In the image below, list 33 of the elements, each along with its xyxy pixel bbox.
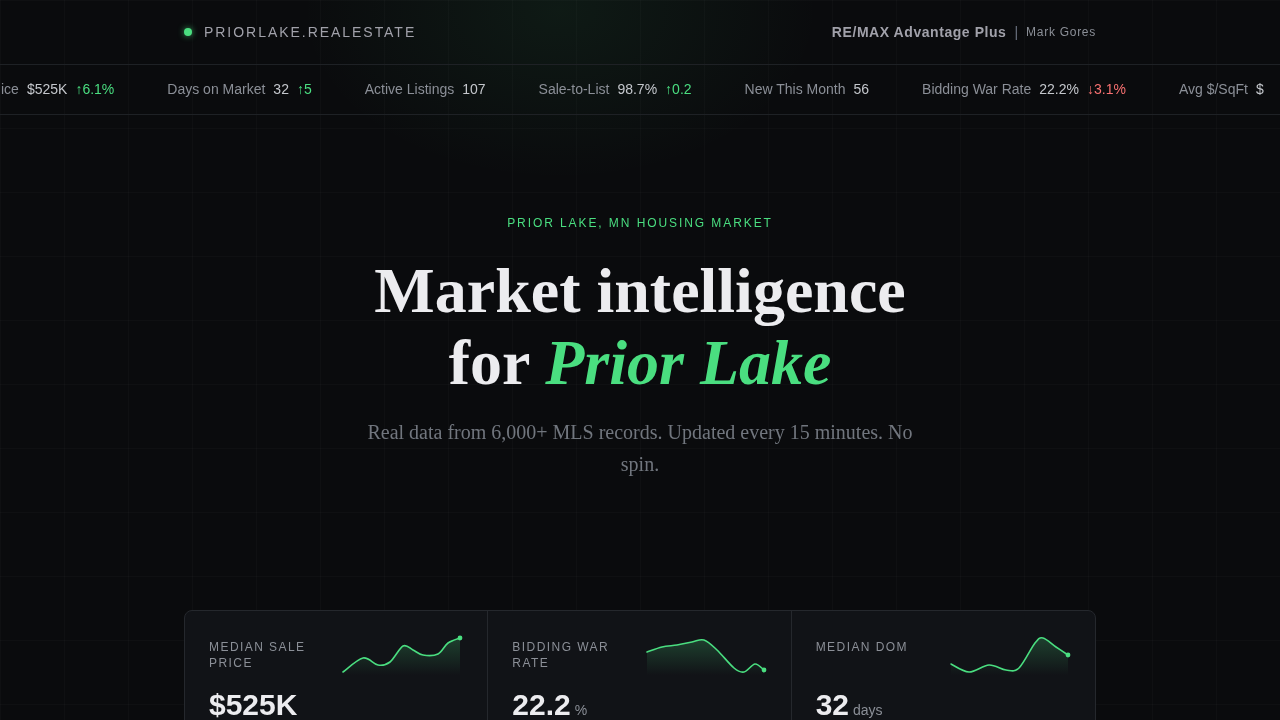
ticker-change: ↓3.1% xyxy=(1086,80,1126,99)
ticker-change: ↑5 xyxy=(296,80,312,99)
stat-label: BIDDING WAR RATE xyxy=(512,639,611,671)
ticker-value: 98.7% xyxy=(617,80,658,99)
ticker-label: Days on Market xyxy=(167,80,266,99)
ticker-value: 107 xyxy=(462,80,486,99)
ticker-label: Bidding War Rate xyxy=(922,80,1032,99)
agent-name: Mark Gores xyxy=(1026,24,1096,41)
ticker-change: ↑6.1% xyxy=(75,80,115,99)
ticker-change: ↑0.2 xyxy=(665,80,692,99)
hero-subtitle: Real data from 6,000+ MLS records. Updated every 15 minutes. No spin. xyxy=(366,420,914,478)
section-eyebrow: PRIOR LAKE, MN HOUSING MARKET xyxy=(507,215,773,231)
hero-heading: Market intelligence for Prior Lake xyxy=(373,255,907,399)
ticker-value: 56 xyxy=(853,80,870,99)
stat-value: 22.2 xyxy=(512,687,571,720)
separator: | xyxy=(1014,22,1019,42)
stat-unit: % xyxy=(574,701,588,720)
ticker-value: $ xyxy=(1255,80,1264,99)
site-logo-link[interactable]: PRIORLAKE.REALESTATE xyxy=(204,21,417,43)
stat-value: 32 xyxy=(815,687,850,720)
ticker-value: 22.2% xyxy=(1039,80,1079,99)
ticker-value: $525K xyxy=(26,80,68,99)
ticker-label: Sale-to-List xyxy=(538,80,610,99)
stat-value: $525K xyxy=(209,687,298,720)
ticker-label: Avg $/SqFt xyxy=(1178,80,1248,99)
ticker-label: Active Listings xyxy=(364,80,455,99)
stat-label: MEDIAN SALE PRICE xyxy=(209,639,307,671)
stat-label: MEDIAN DOM xyxy=(815,639,910,655)
ticker-label: ice xyxy=(1,80,19,99)
ticker-value: 32 xyxy=(273,80,289,99)
brokerage-name: RE/MAX Advantage Plus xyxy=(831,22,1007,42)
stat-unit: days xyxy=(853,701,883,720)
ticker-label: New This Month xyxy=(744,80,846,99)
